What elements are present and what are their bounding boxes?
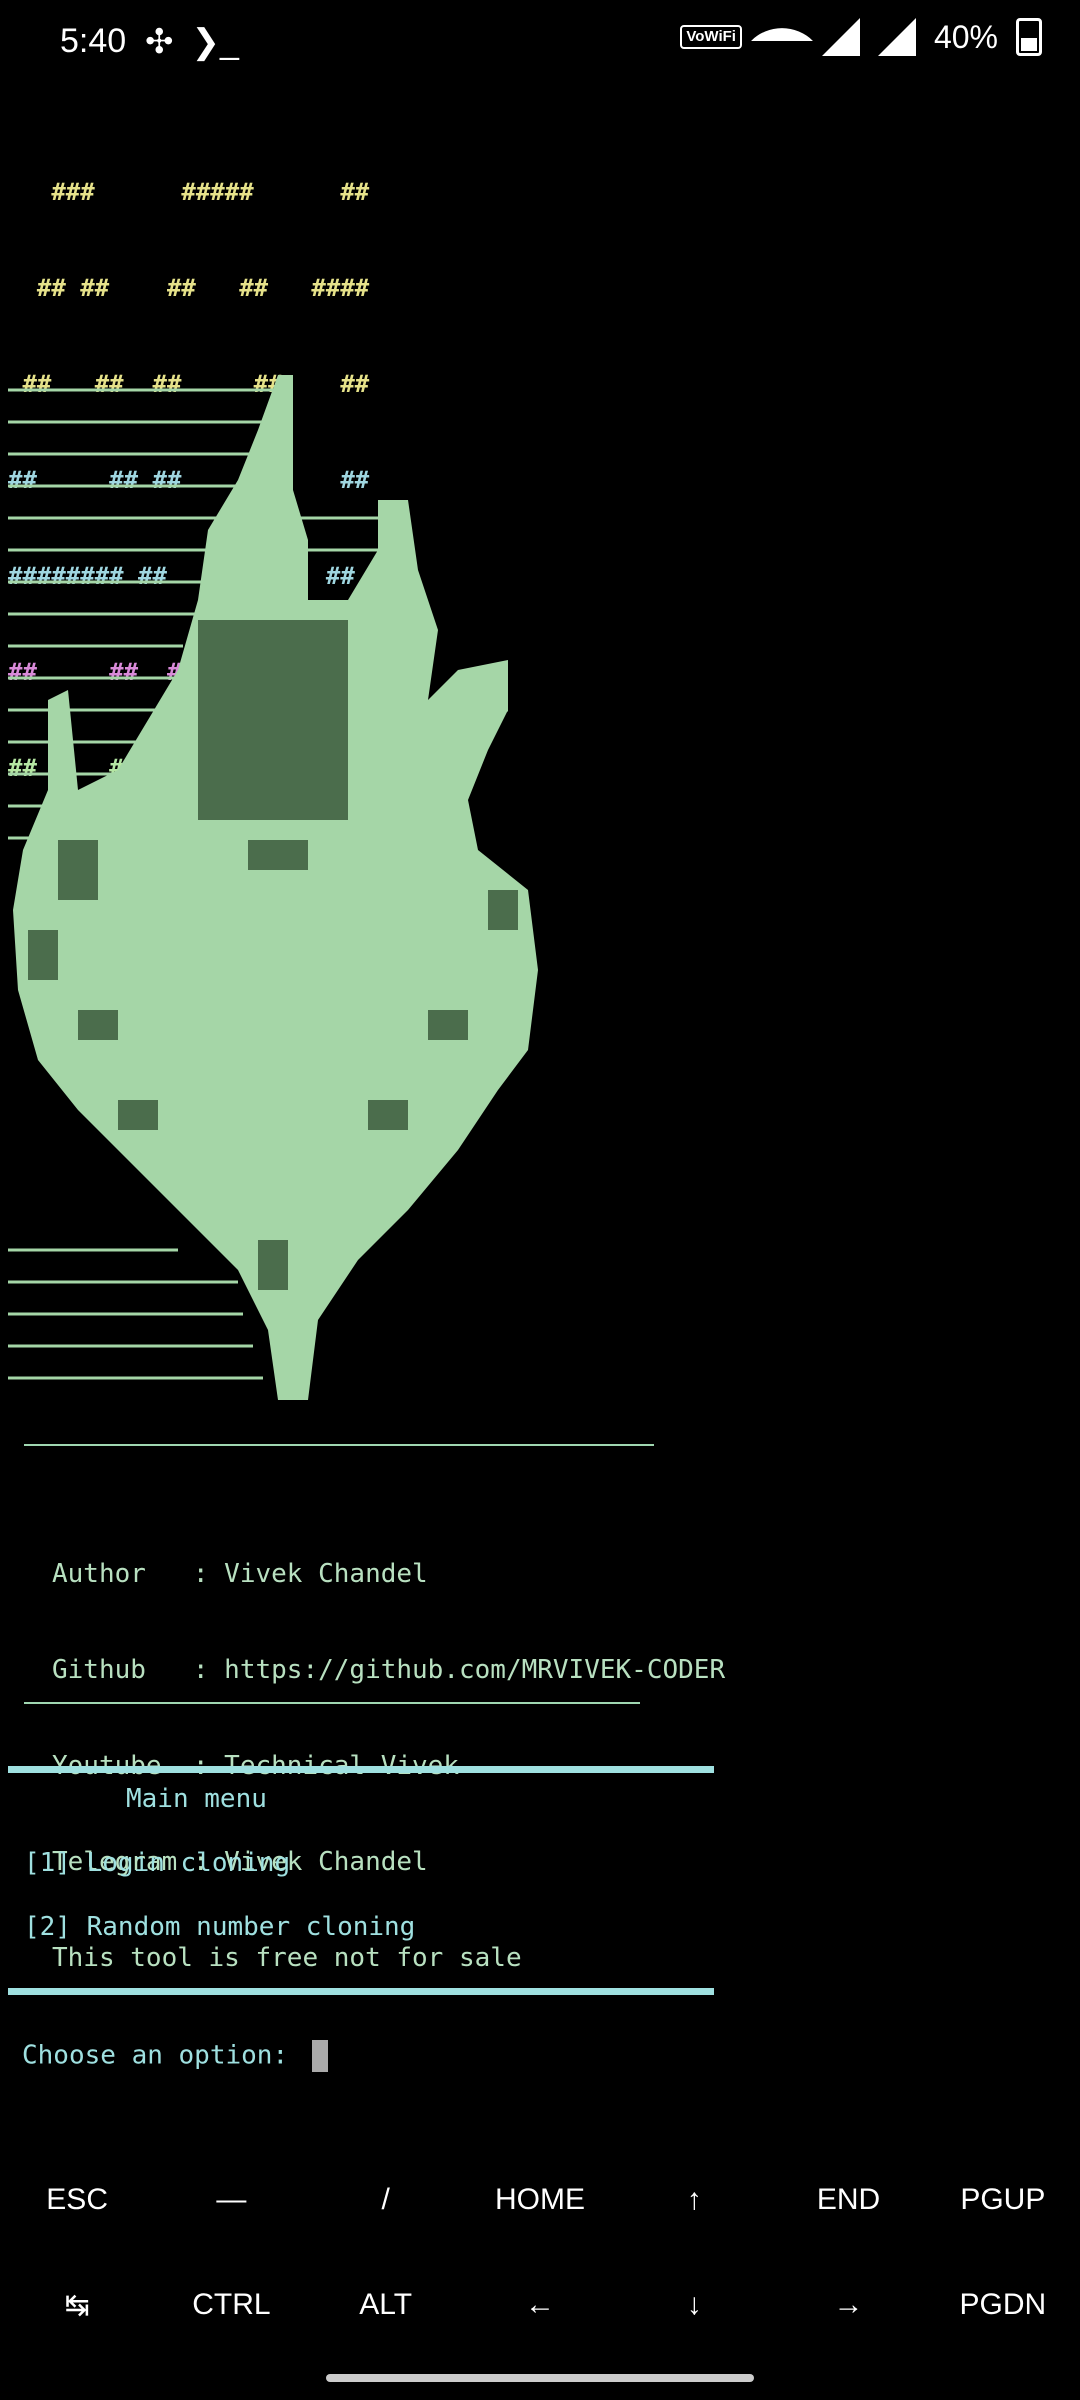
gesture-navigation-bar[interactable] — [326, 2374, 754, 2382]
pinwheel-icon: ✣ — [145, 23, 174, 61]
key-end[interactable]: END — [772, 2183, 926, 2217]
menu-option-1[interactable]: [1] Login cloning — [24, 1848, 290, 1878]
signal-icon — [821, 18, 860, 56]
prompt-label: Choose an option: — [22, 2040, 304, 2071]
flaming-heart-ascii-art — [8, 375, 538, 1400]
key-alt[interactable]: ALT — [309, 2288, 463, 2322]
key-up-arrow[interactable]: ↑ — [617, 2183, 771, 2217]
info-license: This tool is free not for sale — [52, 1943, 522, 1973]
extra-keys-row-1: ESC — / HOME ↑ END PGUP — [0, 2170, 1080, 2230]
status-bar: 5:40 ✣ ❯_ VoWiFi 40% — [0, 0, 1080, 92]
banner-line: ### ##### ## — [8, 178, 370, 206]
menu-option-2[interactable]: [2] Random number cloning — [24, 1912, 415, 1942]
extra-keys-row-2: ↹ CTRL ALT ← ↓ → PGDN — [0, 2275, 1080, 2335]
vowifi-icon: VoWiFi — [680, 25, 742, 49]
menu-title: Main menu — [126, 1784, 267, 1814]
text-cursor — [311, 2040, 328, 2072]
key-left-arrow[interactable]: ← — [463, 2288, 617, 2322]
divider-bottom — [24, 1702, 640, 1704]
key-home[interactable]: HOME — [463, 2183, 617, 2217]
key-ctrl[interactable]: CTRL — [154, 2288, 308, 2322]
option-prompt[interactable]: Choose an option: — [22, 2040, 328, 2072]
key-pgup[interactable]: PGUP — [926, 2183, 1080, 2217]
banner-line: ## ## ## ## #### — [8, 274, 370, 302]
info-github: Github : https://github.com/MRVIVEK-CODE… — [52, 1655, 726, 1685]
battery-icon — [1016, 18, 1042, 56]
battery-percent: 40% — [933, 18, 998, 55]
key-tab[interactable]: ↹ — [0, 2288, 154, 2323]
key-pgdn[interactable]: PGDN — [926, 2288, 1080, 2322]
signal-icon-2 — [877, 18, 916, 56]
key-dash[interactable]: — — [154, 2183, 308, 2217]
terminal-icon: ❯_ — [191, 23, 239, 61]
key-slash[interactable]: / — [309, 2183, 463, 2217]
key-right-arrow[interactable]: → — [772, 2288, 926, 2322]
info-author: Author : Vivek Chandel — [52, 1559, 428, 1589]
menu-bar-bottom — [8, 1988, 714, 1995]
divider-top — [24, 1444, 654, 1446]
menu-bar-top — [8, 1766, 714, 1773]
clock: 5:40 — [60, 22, 127, 60]
wifi-icon — [760, 19, 804, 55]
key-down-arrow[interactable]: ↓ — [617, 2288, 771, 2322]
key-esc[interactable]: ESC — [0, 2183, 154, 2217]
